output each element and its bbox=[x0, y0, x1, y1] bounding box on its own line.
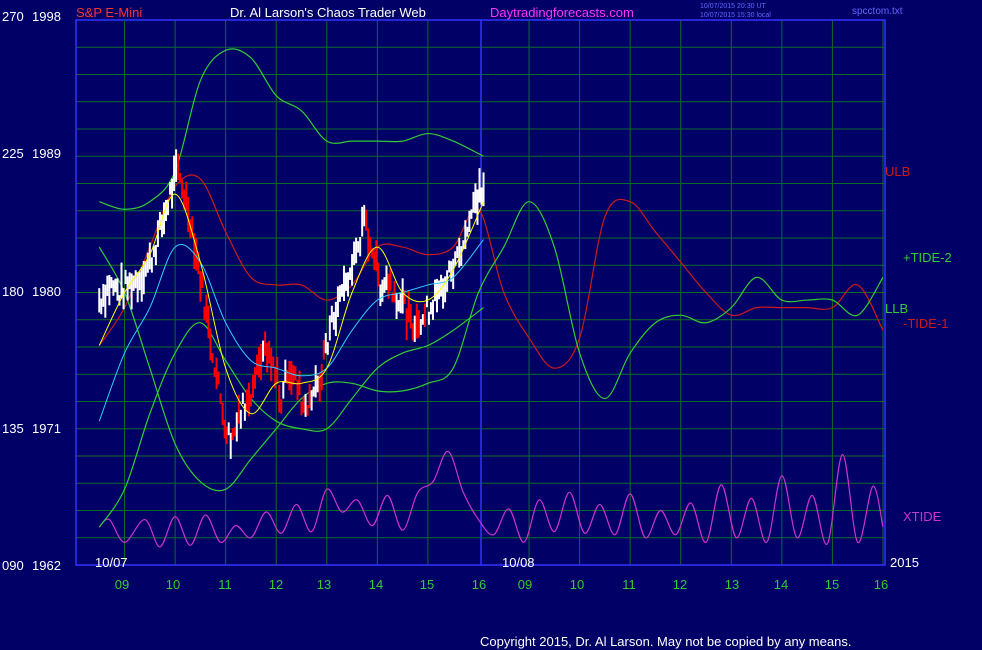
x-hour-label: 14 bbox=[369, 577, 383, 592]
x-hour-label: 10 bbox=[166, 577, 180, 592]
y-tick-right: 1962 bbox=[32, 558, 61, 573]
chart-background bbox=[0, 0, 982, 650]
series-label-llb: LLB bbox=[885, 301, 908, 316]
y-tick-right: 1980 bbox=[32, 284, 61, 299]
x-hour-label: 12 bbox=[269, 577, 283, 592]
x-hour-label: 10 bbox=[570, 577, 584, 592]
x-hour-label: 13 bbox=[317, 577, 331, 592]
timestamp-ut: 10/07/2015 20:30 UT bbox=[700, 3, 766, 10]
series-label-tide-plus: +TIDE-2 bbox=[903, 250, 952, 265]
series-label-tide-minus: -TIDE-1 bbox=[903, 316, 949, 331]
x-year-label: 2015 bbox=[890, 555, 919, 570]
x-hour-label: 11 bbox=[622, 577, 636, 592]
x-hour-label: 13 bbox=[725, 577, 739, 592]
x-hour-label: 09 bbox=[115, 577, 129, 592]
x-date-label: 10/07 bbox=[95, 555, 128, 570]
symbol-label: S&P E-Mini bbox=[76, 5, 142, 20]
y-tick-left: 270 bbox=[2, 9, 24, 24]
x-hour-label: 09 bbox=[518, 577, 532, 592]
series-label-ulb: ULB bbox=[885, 164, 910, 179]
y-tick-left: 090 bbox=[2, 558, 24, 573]
y-tick-left: 225 bbox=[2, 146, 24, 161]
x-hour-label: 15 bbox=[825, 577, 839, 592]
x-hour-label: 11 bbox=[218, 577, 232, 592]
y-tick-right: 1998 bbox=[32, 9, 61, 24]
x-hour-label: 16 bbox=[472, 577, 486, 592]
grid bbox=[75, 19, 886, 566]
y-tick-right: 1989 bbox=[32, 146, 61, 161]
y-tick-right: 1971 bbox=[32, 421, 61, 436]
chaos-trader-chart: S&P E-Mini Dr. Al Larson's Chaos Trader … bbox=[0, 0, 982, 650]
x-hour-label: 12 bbox=[673, 577, 687, 592]
y-tick-left: 180 bbox=[2, 284, 24, 299]
series-label-xtide: XTIDE bbox=[903, 509, 942, 524]
timestamp-local: 10/07/2015 15:30 local bbox=[700, 12, 771, 19]
x-date-label: 10/08 bbox=[502, 555, 535, 570]
site-link[interactable]: Daytradingforecasts.com bbox=[490, 5, 634, 20]
y-tick-left: 135 bbox=[2, 421, 24, 436]
x-hour-label: 14 bbox=[774, 577, 788, 592]
chart-title: Dr. Al Larson's Chaos Trader Web bbox=[230, 5, 426, 20]
x-hour-label: 16 bbox=[874, 577, 888, 592]
x-hour-label: 15 bbox=[420, 577, 434, 592]
copyright-notice: Copyright 2015, Dr. Al Larson. May not b… bbox=[480, 634, 851, 649]
data-filename: spcctom.txt bbox=[852, 6, 903, 17]
